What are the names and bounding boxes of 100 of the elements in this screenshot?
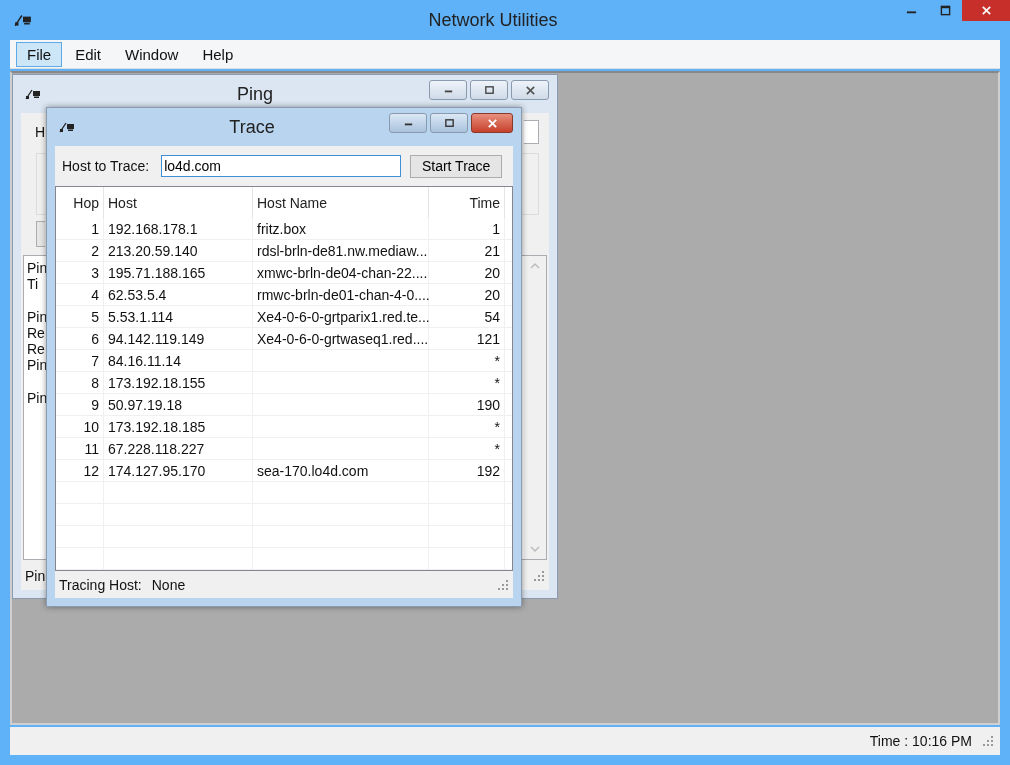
table-cell: 1 [56, 218, 104, 239]
table-cell: 9 [56, 394, 104, 415]
status-value: None [151, 576, 186, 593]
log-line: Pin [27, 260, 48, 276]
log-line: Re [27, 325, 45, 341]
hop-row[interactable]: 8 173.192.18.155 * [56, 372, 512, 394]
table-cell: 1 [429, 218, 505, 239]
table-cell: 192.168.178.1 [104, 218, 253, 239]
hop-row[interactable]: 1 192.168.178.1 fritz.box 1 [56, 218, 512, 240]
table-cell: xmwc-brln-de04-chan-22.... [253, 262, 429, 283]
resize-grip-icon[interactable] [982, 735, 994, 747]
log-line: Pin [27, 390, 48, 406]
status-time: Time : 10:16 PM [869, 733, 972, 749]
hop-row[interactable]: 4 62.53.5.4 rmwc-brln-de01-chan-4-0.... 20 [56, 284, 512, 306]
table-cell: Xe4-0-6-0-grtparix1.red.te... [253, 306, 429, 327]
maximize-button[interactable] [430, 113, 468, 133]
table-cell: 6 [56, 328, 104, 349]
table-cell: 21 [429, 240, 505, 261]
column-header[interactable]: Host Name [253, 187, 429, 218]
log-line: Re [27, 341, 45, 357]
status-label: Tracing Host: [59, 576, 142, 593]
table-cell: 84.16.11.14 [104, 350, 253, 371]
hop-row[interactable]: 3 195.71.188.165 xmwc-brln-de04-chan-22.... 20 [56, 262, 512, 284]
hop-row[interactable]: 7 84.16.11.14 * [56, 350, 512, 372]
table-cell: * [429, 438, 505, 459]
close-icon [980, 5, 992, 16]
table-cell: 8 [56, 372, 104, 393]
table-cell: 20 [429, 284, 505, 305]
table-cell: 5.53.1.114 [104, 306, 253, 327]
app-icon [25, 87, 41, 101]
table-cell: fritz.box [253, 218, 429, 239]
maximize-icon [483, 84, 495, 96]
host-field[interactable]: lo4d.com [161, 155, 402, 177]
table-cell: 50.97.19.18 [104, 394, 253, 415]
app-icon [59, 120, 75, 134]
table-cell: 3 [56, 262, 104, 283]
menu-item[interactable]: File [16, 41, 63, 67]
table-cell: Xe4-0-6-0-grtwaseq1.red.... [253, 328, 429, 349]
close-button[interactable] [471, 113, 513, 133]
menu-item[interactable]: Help [191, 41, 245, 67]
app-icon [14, 12, 32, 28]
column-header[interactable]: Time [429, 187, 505, 218]
host-label: Host to Trace: [62, 158, 150, 174]
table-cell: 195.71.188.165 [104, 262, 253, 283]
table-cell: * [429, 372, 505, 393]
hop-row[interactable]: 5 5.53.1.114 Xe4-0-6-0-grtparix1.red.te... 54 [56, 306, 512, 328]
window-title: Ping [236, 83, 274, 105]
table-cell: * [429, 350, 505, 371]
table-cell: 173.192.18.185 [104, 416, 253, 437]
table-cell: 94.142.119.149 [104, 328, 253, 349]
table-cell: 11 [56, 438, 104, 459]
log-line: Ti [27, 276, 39, 292]
maximize-icon [939, 5, 951, 16]
close-icon [486, 117, 498, 129]
table-cell: 174.127.95.170 [104, 460, 253, 481]
menu-item[interactable]: Window [114, 41, 190, 67]
hop-row[interactable]: 2 213.20.59.140 rdsl-brln-de81.nw.mediaw... 21 [56, 240, 512, 262]
close-button[interactable] [962, 0, 1010, 21]
host-field[interactable] [524, 120, 539, 144]
status-text: Pin [25, 568, 46, 584]
hop-row[interactable]: 9 50.97.19.18 190 [56, 394, 512, 416]
table-cell: 62.53.5.4 [104, 284, 253, 305]
maximize-button[interactable] [470, 80, 508, 100]
window-title: Network Utilities [427, 9, 559, 31]
table-cell: 54 [429, 306, 505, 327]
table-cell: 5 [56, 306, 104, 327]
resize-grip-icon[interactable] [497, 578, 509, 591]
table-cell: * [429, 416, 505, 437]
host-label: H [35, 124, 47, 140]
start-trace-button[interactable]: Start Trace [410, 154, 503, 178]
log-line: Pin [27, 357, 48, 373]
scrollbar[interactable] [524, 256, 546, 559]
table-cell: 121 [429, 328, 505, 349]
table-cell: 213.20.59.140 [104, 240, 253, 261]
maximize-icon [443, 117, 455, 129]
hop-row[interactable]: 10 173.192.18.185 * [56, 416, 512, 438]
hop-row[interactable]: 12 174.127.95.170 sea-170.lo4d.com 192 [56, 460, 512, 482]
table-cell: 4 [56, 284, 104, 305]
column-header[interactable]: Hop [56, 187, 104, 218]
ping-button[interactable] [36, 221, 45, 247]
table-cell: 192 [429, 460, 505, 481]
minimize-button[interactable] [429, 80, 467, 100]
hop-row[interactable]: 11 67.228.118.227 * [56, 438, 512, 460]
table-cell: rdsl-brln-de81.nw.mediaw... [253, 240, 429, 261]
table-cell: 67.228.118.227 [104, 438, 253, 459]
table-cell: 12 [56, 460, 104, 481]
log-line: Pin [27, 309, 48, 325]
hop-row[interactable]: 6 94.142.119.149 Xe4-0-6-0-grtwaseq1.red.... 121 [56, 328, 512, 350]
table-cell: 10 [56, 416, 104, 437]
scroll-down-icon[interactable] [529, 545, 541, 553]
window-title: Trace [228, 116, 276, 138]
table-cell: rmwc-brln-de01-chan-4-0.... [253, 284, 429, 305]
resize-grip-icon[interactable] [533, 570, 545, 582]
table-cell: 2 [56, 240, 104, 261]
close-icon [524, 84, 536, 96]
menu-item[interactable]: Edit [64, 41, 113, 67]
column-header[interactable]: Host [104, 187, 253, 218]
table-cell: 7 [56, 350, 104, 371]
close-button[interactable] [511, 80, 549, 100]
scroll-up-icon[interactable] [529, 262, 541, 270]
